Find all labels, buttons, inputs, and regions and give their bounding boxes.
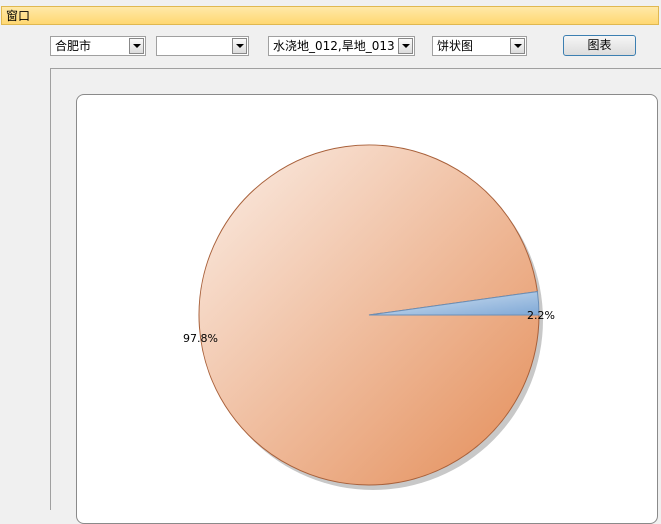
window-titlebar: 窗口 <box>0 0 661 27</box>
landuse-select[interactable]: 水浇地_012,旱地_013 <box>268 36 415 56</box>
chevron-down-icon[interactable] <box>129 38 144 54</box>
chevron-down-icon[interactable] <box>398 38 413 54</box>
titlebar-strip: 窗口 <box>1 6 659 25</box>
chart-type-select-value: 饼状图 <box>437 39 474 53</box>
chevron-down-icon[interactable] <box>510 38 525 54</box>
city-select-value: 合肥市 <box>55 39 92 53</box>
pie-slices <box>198 144 540 486</box>
city-select[interactable]: 合肥市 <box>50 36 146 56</box>
landuse-select-value: 水浇地_012,旱地_013 <box>273 39 395 53</box>
chart-button[interactable]: 图表 <box>563 35 636 56</box>
pie-slice-label: 2.2% <box>527 309 555 322</box>
pie-slice-label: 97.8% <box>183 332 218 345</box>
pie-chart: 97.8% 2.2% <box>183 144 555 490</box>
district-select[interactable] <box>156 36 249 56</box>
chevron-down-icon[interactable] <box>232 38 247 54</box>
chart-type-select[interactable]: 饼状图 <box>432 36 527 56</box>
window-title: 窗口 <box>6 9 31 23</box>
